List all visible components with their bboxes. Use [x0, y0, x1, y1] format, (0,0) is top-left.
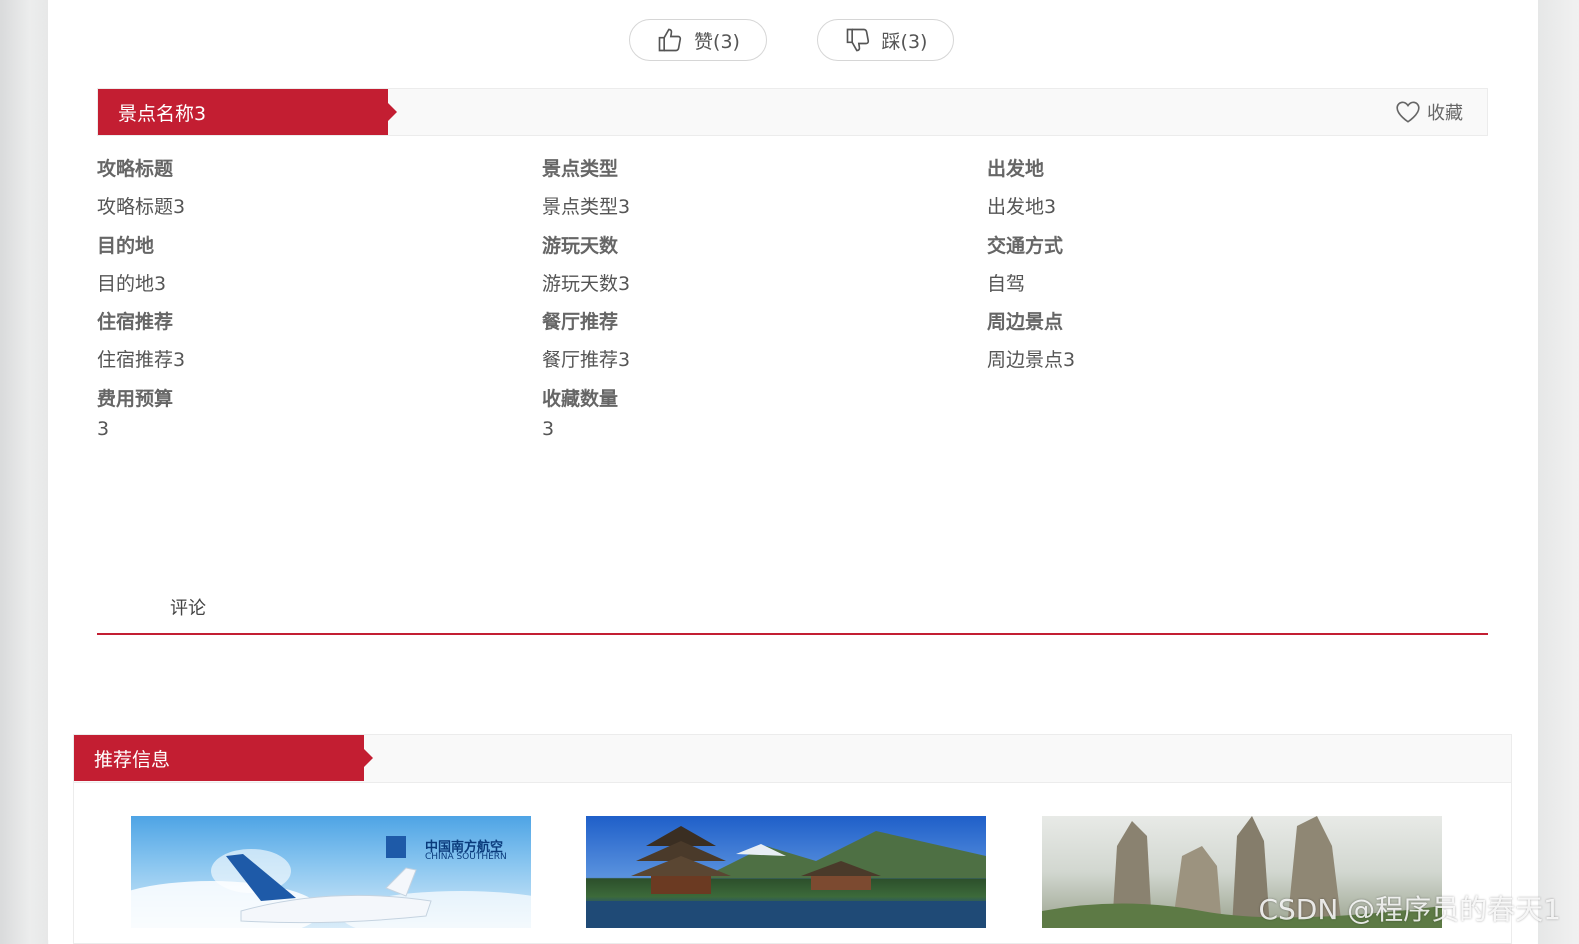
field-value: 出发地3 [987, 196, 1057, 218]
field-value: 3 [97, 418, 110, 440]
field-value: 周边景点3 [987, 349, 1076, 371]
field-label: 景点类型 [542, 158, 619, 180]
field-value: 3 [542, 418, 555, 440]
field-value: 目的地3 [97, 273, 167, 295]
content-area: 赞(3) 踩(3) 景点名称3 收藏 攻略标题 攻略标题3 景点类型 景点类型3… [48, 0, 1538, 944]
tab-underline [97, 633, 1488, 635]
field-label: 费用预算 [97, 388, 174, 410]
field-value: 住宿推荐3 [97, 349, 186, 371]
field-value: 游玩天数3 [542, 273, 631, 295]
field-label: 餐厅推荐 [542, 311, 619, 333]
field-label: 周边景点 [987, 311, 1064, 333]
thumbs-down-icon [846, 28, 869, 52]
airplane-illustration [131, 836, 531, 928]
field-label: 攻略标题 [97, 158, 174, 180]
field-value: 自驾 [987, 273, 1026, 295]
watermark-text: CSDN @程序员的春天1 [1258, 893, 1561, 926]
airline-name-en: CHINA SOUTHERN [425, 852, 507, 862]
dislike-count-label: 踩(3) [881, 30, 928, 53]
dislike-button[interactable]: 踩(3) [817, 19, 954, 61]
tab-comments[interactable]: 评论 [170, 594, 206, 620]
recommend-header: 推荐信息 [74, 735, 1511, 783]
field-label: 出发地 [987, 158, 1045, 180]
field-label: 游玩天数 [542, 235, 619, 257]
like-count-label: 赞(3) [694, 30, 740, 53]
field-label: 目的地 [97, 235, 155, 257]
pavilion-illustration [586, 826, 986, 928]
detail-header: 景点名称3 收藏 [97, 88, 1488, 136]
field-label: 交通方式 [987, 235, 1064, 257]
field-label: 收藏数量 [542, 388, 619, 410]
page-title: 景点名称3 [98, 89, 397, 135]
heart-icon [1396, 101, 1420, 123]
field-value: 景点类型3 [542, 196, 631, 218]
field-value: 攻略标题3 [97, 196, 186, 218]
favorite-button[interactable]: 收藏 [1395, 99, 1463, 125]
like-button[interactable]: 赞(3) [629, 19, 767, 61]
recommend-image-airline[interactable]: 中国南方航空 CHINA SOUTHERN [131, 816, 531, 928]
thumbs-up-icon [658, 28, 682, 52]
field-value: 餐厅推荐3 [542, 349, 631, 371]
favorite-label: 收藏 [1427, 103, 1463, 124]
recommend-title: 推荐信息 [74, 735, 373, 781]
recommend-image-pavilion[interactable] [586, 816, 986, 928]
field-label: 住宿推荐 [97, 311, 174, 333]
